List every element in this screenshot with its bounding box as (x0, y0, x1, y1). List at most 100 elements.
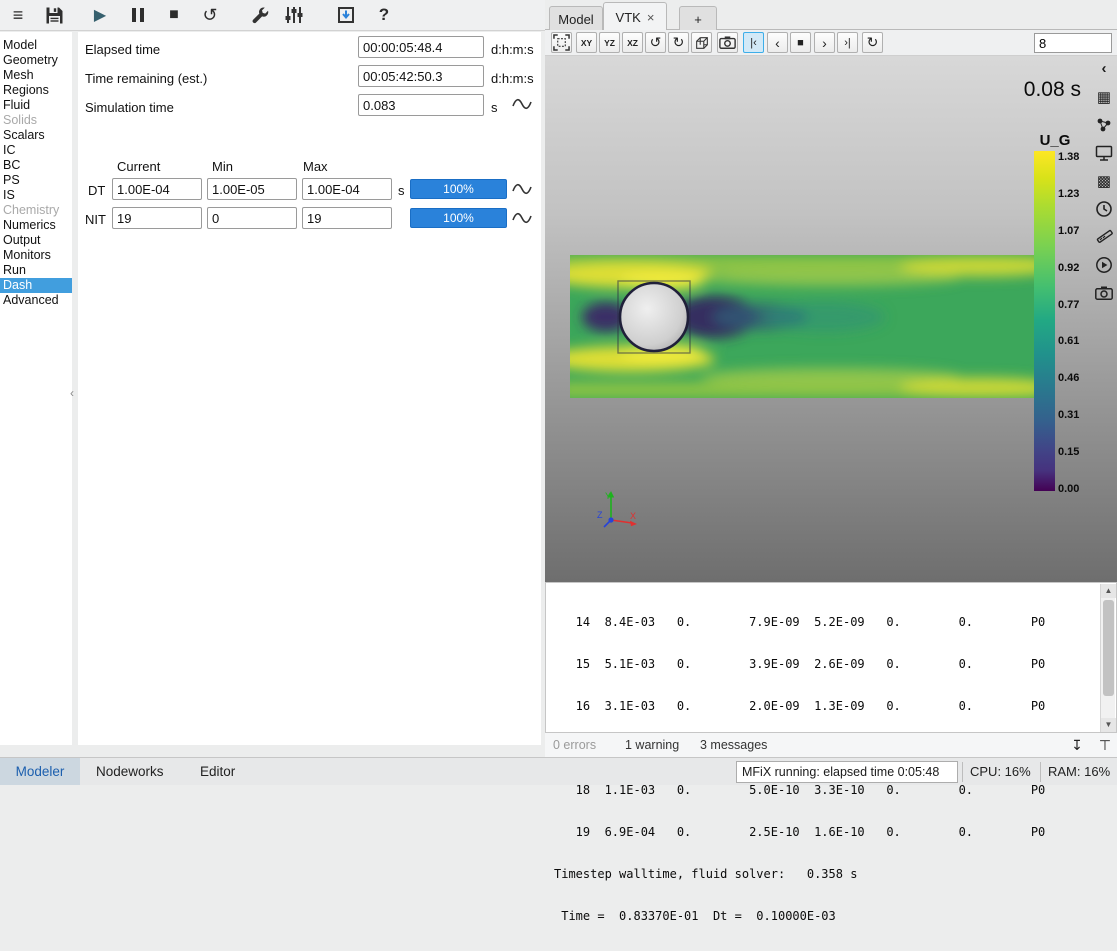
previous-frame-button[interactable]: ‹ (767, 32, 788, 53)
perspective-button[interactable] (691, 32, 712, 53)
errors-count[interactable]: 0 errors (553, 738, 596, 752)
nit-min-field[interactable] (207, 207, 297, 229)
colorbar-title: U_G (1032, 132, 1078, 149)
plot-nit-icon[interactable] (512, 210, 532, 226)
console-line: Timestep walltime, fluid solver: 0.358 s (554, 867, 1045, 881)
frame-number-field[interactable] (1034, 33, 1112, 53)
colorbar-tick: 1.07 (1058, 225, 1079, 237)
graphics-panel: Model VTK × + XY YZ XZ ↺ ↻ (545, 0, 1117, 757)
geometry-display-icon[interactable] (1094, 142, 1115, 163)
next-frame-icon: › (822, 35, 827, 51)
sidebar-item-mesh[interactable]: Mesh (0, 68, 72, 83)
perspective-cube-icon (694, 35, 710, 51)
stop-playback-button[interactable]: ■ (790, 32, 811, 53)
run-play-button[interactable]: ▶ (84, 1, 116, 29)
colorbar-ticks: 1.38 1.23 1.07 0.92 0.77 0.61 0.46 0.31 … (1058, 151, 1079, 495)
dt-unit: s (398, 183, 405, 198)
mode-tab-editor[interactable]: Editor (190, 758, 245, 785)
sidebar-item-is[interactable]: IS (0, 188, 72, 203)
scroll-down-arrow[interactable]: ▼ (1101, 718, 1116, 732)
tab-vtk[interactable]: VTK × (603, 2, 667, 31)
sidebar-item-ps[interactable]: PS (0, 173, 72, 188)
scroll-to-bottom-icon[interactable]: ↧ (1067, 735, 1087, 755)
view-xz-button[interactable]: XZ (622, 32, 643, 53)
rotate-left-button[interactable]: ↺ (645, 32, 666, 53)
next-frame-button[interactable]: › (814, 32, 835, 53)
last-frame-button[interactable]: ›| (837, 32, 858, 53)
rotate-cw-icon: ↻ (673, 34, 685, 51)
sidebar-item-fluid[interactable]: Fluid (0, 98, 72, 113)
flow-field-render (570, 255, 1035, 398)
stop-button[interactable]: ■ (158, 1, 190, 29)
vtk-3d-view[interactable]: 0.08 s (545, 56, 1117, 582)
sidebar-item-regions[interactable]: Regions (0, 83, 72, 98)
sidebar-item-model[interactable]: Model (0, 38, 72, 53)
build-button[interactable] (244, 1, 276, 29)
help-button[interactable]: ? (368, 1, 400, 29)
sidebar-item-dash[interactable]: Dash (0, 278, 72, 293)
nit-current-field[interactable] (112, 207, 202, 229)
sidebar-item-advanced[interactable]: Advanced (0, 293, 72, 308)
plot-simtime-icon[interactable] (512, 96, 532, 112)
tab-add[interactable]: + (679, 6, 717, 31)
previous-frame-icon: ‹ (775, 35, 780, 51)
sidebar-item-output[interactable]: Output (0, 233, 72, 248)
rotate-right-button[interactable]: ↻ (668, 32, 689, 53)
dt-min-field[interactable] (207, 178, 297, 200)
mesh-cells-icon[interactable]: ▩ (1094, 170, 1115, 191)
sidebar-item-monitors[interactable]: Monitors (0, 248, 72, 263)
console-scrollbar[interactable]: ▲ ▼ (1100, 584, 1115, 732)
simulation-time-field[interactable] (358, 94, 484, 116)
sidebar-item-run[interactable]: Run (0, 263, 72, 278)
sidebar-item-ic[interactable]: IC (0, 143, 72, 158)
scroll-up-arrow[interactable]: ▲ (1101, 584, 1116, 598)
run-status-field: MFiX running: elapsed time 0:05:48 (736, 761, 958, 783)
splitter-collapse-icon[interactable]: ‹ (70, 386, 74, 400)
messages-count[interactable]: 3 messages (700, 738, 767, 752)
table-icon[interactable]: ▦ (1094, 86, 1115, 107)
particles-icon[interactable] (1094, 114, 1115, 135)
tab-model[interactable]: Model (549, 6, 603, 31)
scroll-thumb[interactable] (1103, 600, 1114, 696)
fit-view-button[interactable] (551, 32, 572, 53)
console-status-row: 0 errors 1 warning 3 messages ↧ ⊤ (545, 733, 1117, 757)
close-tab-icon[interactable]: × (647, 10, 655, 25)
nit-max-field[interactable] (302, 207, 392, 229)
console-line: 19 6.9E-04 0. 2.5E-10 1.6E-10 0. 0. P0 (554, 825, 1045, 839)
pause-button[interactable] (122, 1, 154, 29)
time-remaining-field[interactable] (358, 65, 484, 87)
time-history-icon[interactable] (1094, 198, 1115, 219)
parameters-button[interactable] (278, 1, 310, 29)
console-line: 16 3.1E-03 0. 2.0E-09 1.3E-09 0. 0. P0 (554, 699, 1045, 713)
plot-dt-icon[interactable] (512, 181, 532, 197)
warnings-count[interactable]: 1 warning (625, 738, 679, 752)
time-remaining-unit: d:h:m:s (491, 71, 534, 86)
sidebar-item-bc[interactable]: BC (0, 158, 72, 173)
colorbar-tick: 1.23 (1058, 188, 1079, 200)
elapsed-time-field[interactable] (358, 36, 484, 58)
loop-playback-button[interactable]: ↻ (862, 32, 883, 53)
probe-play-icon[interactable] (1094, 254, 1115, 275)
snapshot-button[interactable] (717, 32, 738, 53)
reset-button[interactable]: ↺ (194, 1, 226, 29)
export-workflow-button[interactable] (330, 1, 362, 29)
stop-icon: ■ (169, 6, 179, 24)
console-line: 14 8.4E-03 0. 7.9E-09 5.2E-09 0. 0. P0 (554, 615, 1045, 629)
view-xy-button[interactable]: XY (576, 32, 597, 53)
collapse-panel-icon[interactable]: ‹ (1094, 58, 1115, 79)
mode-tab-nodeworks[interactable]: Nodeworks (86, 758, 174, 785)
sidebar-item-geometry[interactable]: Geometry (0, 53, 72, 68)
screenshot-camera-icon[interactable] (1094, 282, 1115, 303)
first-frame-button[interactable]: |‹ (743, 32, 764, 53)
first-frame-icon: |‹ (750, 37, 757, 49)
view-yz-button[interactable]: YZ (599, 32, 620, 53)
dt-max-field[interactable] (302, 178, 392, 200)
mode-tab-modeler[interactable]: Modeler (0, 758, 80, 785)
dt-current-field[interactable] (112, 178, 202, 200)
sidebar-item-numerics[interactable]: Numerics (0, 218, 72, 233)
slice-tool-icon[interactable] (1094, 226, 1115, 247)
scroll-to-top-icon[interactable]: ⊤ (1095, 735, 1115, 755)
save-button[interactable] (38, 1, 70, 29)
menu-button[interactable]: ≡ (2, 1, 34, 29)
sidebar-item-scalars[interactable]: Scalars (0, 128, 72, 143)
